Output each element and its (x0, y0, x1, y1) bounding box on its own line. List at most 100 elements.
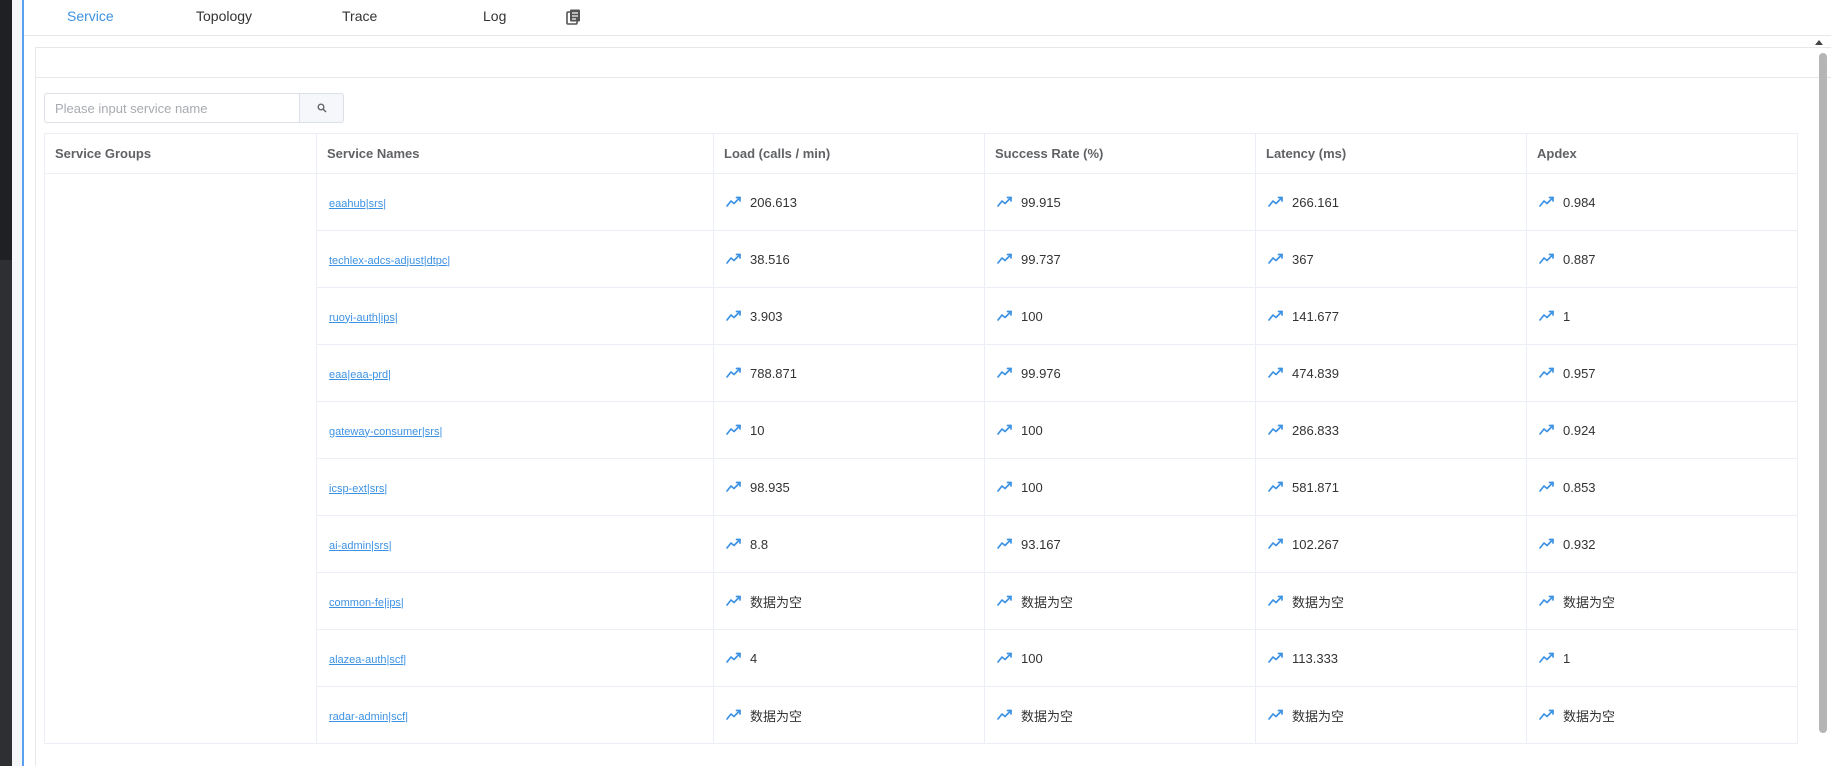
trend-line-icon[interactable] (1268, 424, 1284, 436)
load-value-cell: 数据为空 (713, 686, 985, 744)
latency-value-cell: 141.677 (1255, 287, 1527, 345)
service-group-cell (44, 173, 317, 744)
trend-line-icon[interactable] (726, 310, 742, 322)
trend-line-icon[interactable] (726, 652, 742, 664)
scroll-up-arrow-icon[interactable] (1815, 40, 1823, 45)
service-name-cell: icsp-ext|srs| (316, 458, 714, 516)
apdex-value-cell: 0.932 (1526, 515, 1798, 573)
load-value-cell: 206.613 (713, 173, 985, 231)
trend-line-icon[interactable] (1268, 652, 1284, 664)
trend-line-icon[interactable] (997, 709, 1013, 721)
table-row: eaahub|srs| 206.613 99.915 266.161 0.984 (44, 173, 1798, 744)
trend-line-icon[interactable] (997, 481, 1013, 493)
search-button[interactable] (299, 93, 344, 123)
trend-line-icon[interactable] (1268, 367, 1284, 379)
trend-line-icon[interactable] (1539, 310, 1555, 322)
apdex-value: 0.924 (1563, 422, 1596, 438)
success-rate-value-cell: 99.976 (984, 344, 1256, 402)
trend-line-icon[interactable] (726, 367, 742, 379)
trend-line-icon[interactable] (726, 538, 742, 550)
trend-line-icon[interactable] (1539, 595, 1555, 607)
latency-value: 266.161 (1292, 194, 1339, 210)
trend-line-icon[interactable] (1539, 424, 1555, 436)
load-value-cell: 3.903 (713, 287, 985, 345)
latency-value-cell: 数据为空 (1255, 686, 1527, 744)
vertical-scrollbar[interactable] (1819, 53, 1827, 733)
trend-line-icon[interactable] (1539, 652, 1555, 664)
left-side-panel (12, 0, 24, 766)
trend-line-icon[interactable] (1268, 538, 1284, 550)
apdex-value: 1 (1563, 308, 1571, 324)
load-value-cell: 98.935 (713, 458, 985, 516)
service-name-cell: eaahub|srs| (316, 173, 714, 231)
trend-line-icon[interactable] (997, 595, 1013, 607)
latency-value: 286.833 (1292, 422, 1339, 438)
trend-line-icon[interactable] (997, 424, 1013, 436)
trend-line-icon[interactable] (726, 424, 742, 436)
apdex-value: 数据为空 (1563, 708, 1616, 724)
success-rate-value-cell: 100 (984, 287, 1256, 345)
trend-line-icon[interactable] (1539, 196, 1555, 208)
trend-line-icon[interactable] (997, 367, 1013, 379)
tab-trace[interactable]: Trace (342, 8, 377, 24)
apdex-value-cell: 数据为空 (1526, 572, 1798, 630)
trend-line-icon[interactable] (1268, 196, 1284, 208)
service-name-cell: radar-admin|scf| (316, 686, 714, 744)
service-name-cell: eaa|eaa-prd| (316, 344, 714, 402)
trend-line-icon[interactable] (997, 538, 1013, 550)
service-name-link[interactable]: alazea-auth|scf| (329, 654, 406, 666)
latency-value: 数据为空 (1292, 594, 1345, 610)
service-name-link[interactable]: radar-admin|scf| (329, 711, 408, 723)
latency-value: 367 (1292, 251, 1314, 267)
service-name-link[interactable]: ai-admin|srs| (329, 540, 392, 552)
trend-line-icon[interactable] (1268, 595, 1284, 607)
latency-value-cell: 581.871 (1255, 458, 1527, 516)
latency-value: 141.677 (1292, 308, 1339, 324)
service-name-link[interactable]: gateway-consumer|srs| (329, 426, 442, 438)
service-name-link[interactable]: icsp-ext|srs| (329, 483, 387, 495)
trend-line-icon[interactable] (726, 709, 742, 721)
search-input[interactable] (44, 93, 300, 123)
success-rate-value: 100 (1021, 479, 1043, 495)
trend-line-icon[interactable] (1268, 310, 1284, 322)
latency-value-cell: 113.333 (1255, 629, 1527, 687)
trend-line-icon[interactable] (1268, 709, 1284, 721)
success-rate-value-cell: 99.915 (984, 173, 1256, 231)
trend-line-icon[interactable] (1268, 481, 1284, 493)
trend-line-icon[interactable] (997, 652, 1013, 664)
trend-line-icon[interactable] (726, 253, 742, 265)
load-value: 38.516 (750, 251, 790, 267)
trend-line-icon[interactable] (726, 196, 742, 208)
service-name-link[interactable]: techlex-adcs-adjust|dtpc| (329, 255, 450, 267)
success-rate-value-cell: 100 (984, 458, 1256, 516)
apdex-value: 0.887 (1563, 251, 1596, 267)
trend-line-icon[interactable] (726, 481, 742, 493)
success-rate-value: 93.167 (1021, 536, 1061, 552)
load-value-cell: 10 (713, 401, 985, 459)
tab-log[interactable]: Log (483, 8, 506, 24)
tab-topology[interactable]: Topology (196, 8, 252, 24)
trend-line-icon[interactable] (1539, 538, 1555, 550)
tab-service[interactable]: Service (67, 8, 114, 24)
service-name-link[interactable]: eaa|eaa-prd| (329, 369, 391, 381)
copy-icon[interactable] (565, 8, 583, 26)
trend-line-icon[interactable] (1539, 481, 1555, 493)
trend-line-icon[interactable] (1539, 709, 1555, 721)
trend-line-icon[interactable] (1539, 367, 1555, 379)
success-rate-value: 99.915 (1021, 194, 1061, 210)
trend-line-icon[interactable] (997, 310, 1013, 322)
service-name-link[interactable]: common-fe|ips| (329, 597, 404, 609)
trend-line-icon[interactable] (997, 253, 1013, 265)
apdex-value-cell: 0.887 (1526, 230, 1798, 288)
trend-line-icon[interactable] (997, 196, 1013, 208)
load-value: 数据为空 (750, 708, 803, 724)
load-value: 4 (750, 650, 758, 666)
trend-line-icon[interactable] (1268, 253, 1284, 265)
success-rate-value: 99.976 (1021, 365, 1061, 381)
service-name-link[interactable]: eaahub|srs| (329, 198, 386, 210)
latency-value-cell: 102.267 (1255, 515, 1527, 573)
latency-value: 474.839 (1292, 365, 1339, 381)
service-name-link[interactable]: ruoyi-auth|ips| (329, 312, 398, 324)
trend-line-icon[interactable] (726, 595, 742, 607)
trend-line-icon[interactable] (1539, 253, 1555, 265)
